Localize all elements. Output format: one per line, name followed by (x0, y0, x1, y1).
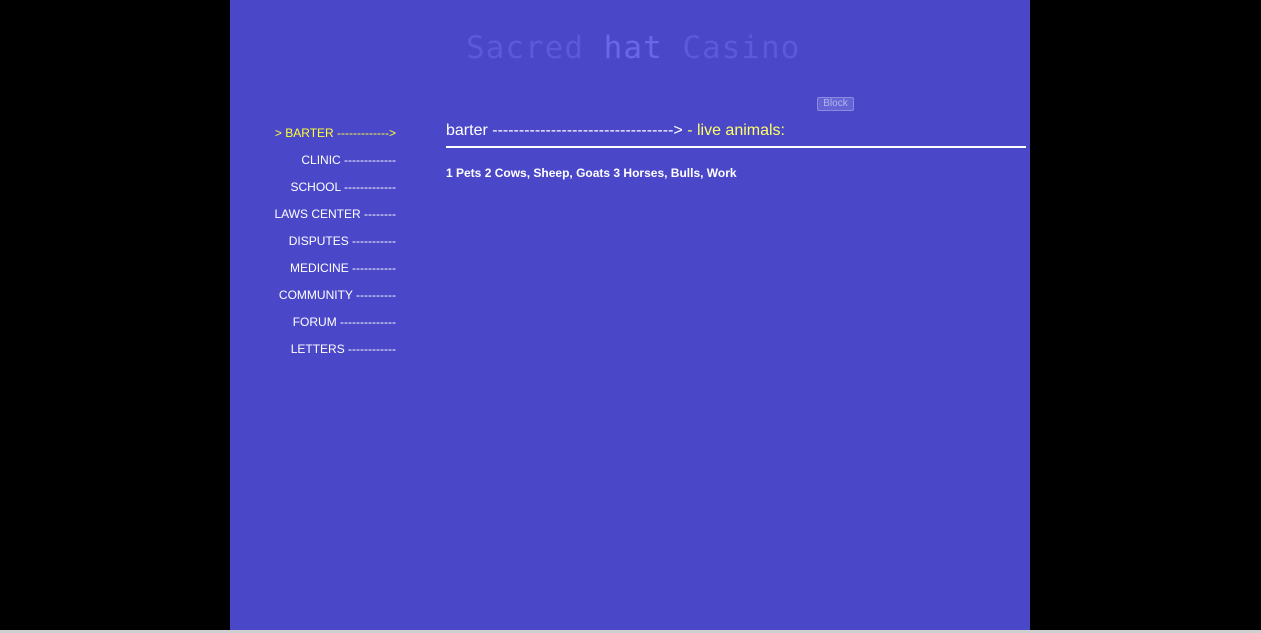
sidebar-item-barter[interactable]: > BARTER -------------> (230, 124, 396, 151)
site-title-part-3: Casino (662, 30, 801, 66)
heading-prefix: barter ---------------------------------… (446, 122, 688, 139)
block-button[interactable]: Block (817, 97, 854, 111)
category-link-cows-sheep-goats[interactable]: 2 Cows, Sheep, Goats (485, 166, 610, 180)
category-list: 1 Pets 2 Cows, Sheep, Goats 3 Horses, Bu… (446, 166, 1026, 180)
sidebar-item-letters[interactable]: LETTERS ------------ (230, 340, 396, 367)
sidebar-item-medicine[interactable]: MEDICINE ----------- (230, 259, 396, 286)
category-link-pets[interactable]: 1 Pets (446, 166, 481, 180)
sidebar-nav: > BARTER -------------> CLINIC ---------… (230, 124, 396, 367)
sidebar-item-laws-center[interactable]: LAWS CENTER -------- (230, 205, 396, 232)
page-container: Sacred hat Casino Block > BARTER -------… (230, 0, 1030, 630)
sidebar-item-forum[interactable]: FORUM -------------- (230, 313, 396, 340)
sidebar-item-clinic[interactable]: CLINIC ------------- (230, 151, 396, 178)
sidebar-item-school[interactable]: SCHOOL ------------- (230, 178, 396, 205)
site-title-part-1: Sacred (466, 30, 604, 66)
main-content: barter ---------------------------------… (446, 120, 1026, 180)
section-heading: barter ---------------------------------… (446, 120, 1026, 148)
sidebar-item-disputes[interactable]: DISPUTES ----------- (230, 232, 396, 259)
heading-subtitle: - live animals: (687, 122, 785, 139)
sidebar-item-community[interactable]: COMMUNITY ---------- (230, 286, 396, 313)
site-title: Sacred hat Casino (466, 30, 800, 66)
category-link-horses-bulls-work[interactable]: 3 Horses, Bulls, Work (613, 166, 736, 180)
site-title-part-2: hat (603, 30, 663, 66)
